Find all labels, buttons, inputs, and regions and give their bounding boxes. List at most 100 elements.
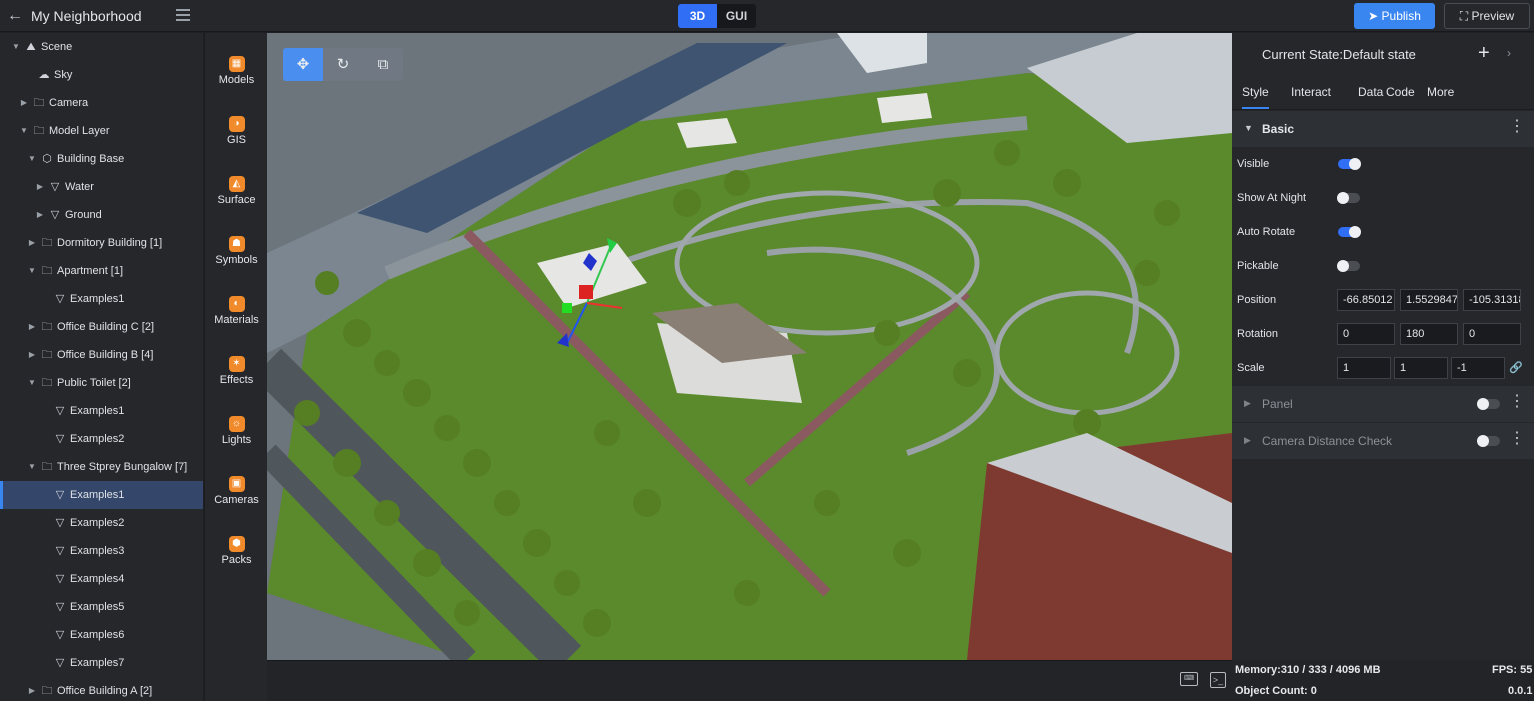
tool-surface[interactable]: ◭ Surface — [205, 165, 268, 221]
tree-item[interactable]: ▽ Examples7 — [0, 649, 203, 677]
tree-item[interactable]: ▽ Examples1 — [0, 481, 203, 509]
more-vertical-icon[interactable]: ⋮ — [1509, 119, 1525, 135]
show-at-night-toggle[interactable] — [1337, 192, 1360, 204]
scale-y-input[interactable]: 1 — [1394, 357, 1448, 379]
tree-item[interactable]: ▼ 🗀 Apartment [1] — [0, 257, 203, 285]
caret-down-icon[interactable]: ▼ — [11, 33, 21, 61]
move-tool-icon[interactable]: ✥ — [283, 48, 323, 81]
tree-item[interactable]: ▶ 🗀 Office Building A [2] — [0, 677, 203, 701]
preview-button[interactable]: ⛶ Preview — [1444, 3, 1530, 29]
surface-icon: ◭ — [228, 176, 245, 192]
tree-item[interactable]: ▽ Examples1 — [0, 285, 203, 313]
mode-3d-button[interactable]: 3D — [678, 4, 717, 28]
tree-item[interactable]: ▽ Examples1 — [0, 397, 203, 425]
caret-right-icon[interactable]: ▶ — [35, 201, 45, 229]
tab-data[interactable]: Data — [1358, 85, 1383, 99]
tree-item[interactable]: ▼ 🗀 Three Stprey Bungalow [7] — [0, 453, 203, 481]
caret-right-icon[interactable]: ▶ — [27, 313, 37, 341]
tree-item-label: Examples7 — [70, 657, 125, 669]
packs-icon: ⬢ — [228, 536, 245, 552]
tool-label: Effects — [219, 374, 254, 386]
tree-item[interactable]: ▶ ▽ Ground — [0, 201, 203, 229]
fullscreen-icon: ⛶ — [1459, 9, 1472, 23]
position-z-input[interactable]: -105.31318 — [1463, 289, 1521, 311]
model-icon: ▽ — [55, 489, 65, 501]
caret-down-icon[interactable]: ▼ — [27, 453, 37, 481]
tree-item[interactable]: ▽ Examples2 — [0, 425, 203, 453]
tab-code[interactable]: Code — [1386, 85, 1415, 99]
tree-item[interactable]: ▽ Examples6 — [0, 621, 203, 649]
caret-down-icon[interactable]: ▼ — [27, 369, 37, 397]
tree-item-label: Examples2 — [70, 433, 125, 445]
tab-style[interactable]: Style — [1242, 85, 1269, 109]
tree-item[interactable]: ▽ Examples3 — [0, 537, 203, 565]
position-x-input[interactable]: -66.85012 — [1337, 289, 1395, 311]
camera-distance-toggle[interactable] — [1477, 435, 1500, 447]
tree-item[interactable]: ▽ Examples4 — [0, 565, 203, 593]
basic-section-header[interactable]: ▼ Basic ⋮ — [1232, 111, 1534, 147]
tree-item[interactable]: ▼ 🗀 Public Toilet [2] — [0, 369, 203, 397]
chevron-right-icon[interactable]: › — [1507, 46, 1511, 60]
tree-item[interactable]: ☁ Sky — [0, 61, 203, 89]
tool-cameras[interactable]: ▣ Cameras — [205, 465, 268, 521]
more-vertical-icon[interactable]: ⋮ — [1509, 394, 1525, 410]
3d-viewport[interactable] — [267, 33, 1232, 660]
tree-item-label: Examples3 — [70, 545, 125, 557]
tool-models[interactable]: ▦ Models — [205, 45, 268, 101]
scene-render[interactable] — [267, 33, 1232, 660]
caret-down-icon[interactable]: ▼ — [27, 257, 37, 285]
tool-label: Models — [218, 74, 255, 86]
camera-distance-section-header[interactable]: ▶ Camera Distance Check ⋮ — [1232, 423, 1534, 459]
scale-x-input[interactable]: 1 — [1337, 357, 1391, 379]
more-vertical-icon[interactable]: ⋮ — [1509, 431, 1525, 447]
caret-down-icon[interactable]: ▼ — [27, 145, 37, 173]
tree-item[interactable]: ▼ ⛰ Scene — [0, 33, 203, 61]
tree-item[interactable]: ▶ 🗀 Office Building B [4] — [0, 341, 203, 369]
link-icon[interactable]: 🔗 — [1509, 361, 1523, 374]
scale-z-input[interactable]: -1 — [1451, 357, 1505, 379]
visible-toggle[interactable] — [1338, 158, 1361, 170]
rotation-y-input[interactable]: 180 — [1400, 323, 1458, 345]
tool-packs[interactable]: ⬢ Packs — [205, 525, 268, 581]
rotate-tool-icon[interactable]: ↻ — [323, 48, 363, 81]
tool-lights[interactable]: ☼ Lights — [205, 405, 268, 461]
tab-more[interactable]: More — [1427, 85, 1454, 99]
caret-right-icon[interactable]: ▶ — [19, 89, 29, 117]
tree-item[interactable]: ▶ 🗀 Office Building C [2] — [0, 313, 203, 341]
tool-gis[interactable]: ◑ GIS — [205, 105, 268, 161]
tree-item[interactable]: ▽ Examples5 — [0, 593, 203, 621]
rotation-x-input[interactable]: 0 — [1337, 323, 1395, 345]
panel-toggle[interactable] — [1477, 398, 1500, 410]
scale-tool-icon[interactable]: ⧉ — [363, 48, 403, 81]
terminal-icon[interactable]: >_ — [1210, 672, 1226, 688]
position-y-input[interactable]: 1.5529847 — [1400, 289, 1458, 311]
tree-item-label: Scene — [41, 41, 73, 53]
tree-item[interactable]: ▶ ▽ Water — [0, 173, 203, 201]
keyboard-icon[interactable]: ⌨ — [1180, 672, 1198, 686]
tree-item[interactable]: ▼ 🗀 Model Layer — [0, 117, 203, 145]
add-state-icon[interactable]: + — [1478, 42, 1490, 65]
pickable-toggle[interactable] — [1337, 260, 1360, 272]
tree-item[interactable]: ▶ 🗀 Camera — [0, 89, 203, 117]
caret-right-icon[interactable]: ▶ — [27, 229, 37, 257]
back-arrow-icon[interactable]: ← — [6, 7, 24, 25]
panel-section-header[interactable]: ▶ Panel ⋮ — [1232, 386, 1534, 422]
mode-gui-button[interactable]: GUI — [717, 4, 756, 28]
caret-down-icon[interactable]: ▼ — [19, 117, 29, 145]
hamburger-menu-icon[interactable] — [176, 9, 190, 21]
tree-item[interactable]: ▶ 🗀 Dormitory Building [1] — [0, 229, 203, 257]
tree-item[interactable]: ▽ Examples2 — [0, 509, 203, 537]
auto-rotate-toggle[interactable] — [1338, 226, 1361, 238]
caret-right-icon[interactable]: ▶ — [35, 173, 45, 201]
caret-right-icon[interactable]: ▶ — [27, 677, 37, 701]
caret-right-icon[interactable]: ▶ — [27, 341, 37, 369]
tool-symbols[interactable]: ☗ Symbols — [205, 225, 268, 281]
folder-icon: 🗀 — [41, 237, 53, 249]
tab-interact[interactable]: Interact — [1291, 85, 1331, 99]
tool-materials[interactable]: ◐ Materials — [205, 285, 268, 341]
tool-effects[interactable]: ✶ Effects — [205, 345, 268, 401]
tree-item[interactable]: ▼ ⬡ Building Base — [0, 145, 203, 173]
rotation-z-input[interactable]: 0 — [1463, 323, 1521, 345]
toggle-knob — [1477, 398, 1489, 410]
publish-button[interactable]: ➤ Publish — [1354, 3, 1435, 29]
